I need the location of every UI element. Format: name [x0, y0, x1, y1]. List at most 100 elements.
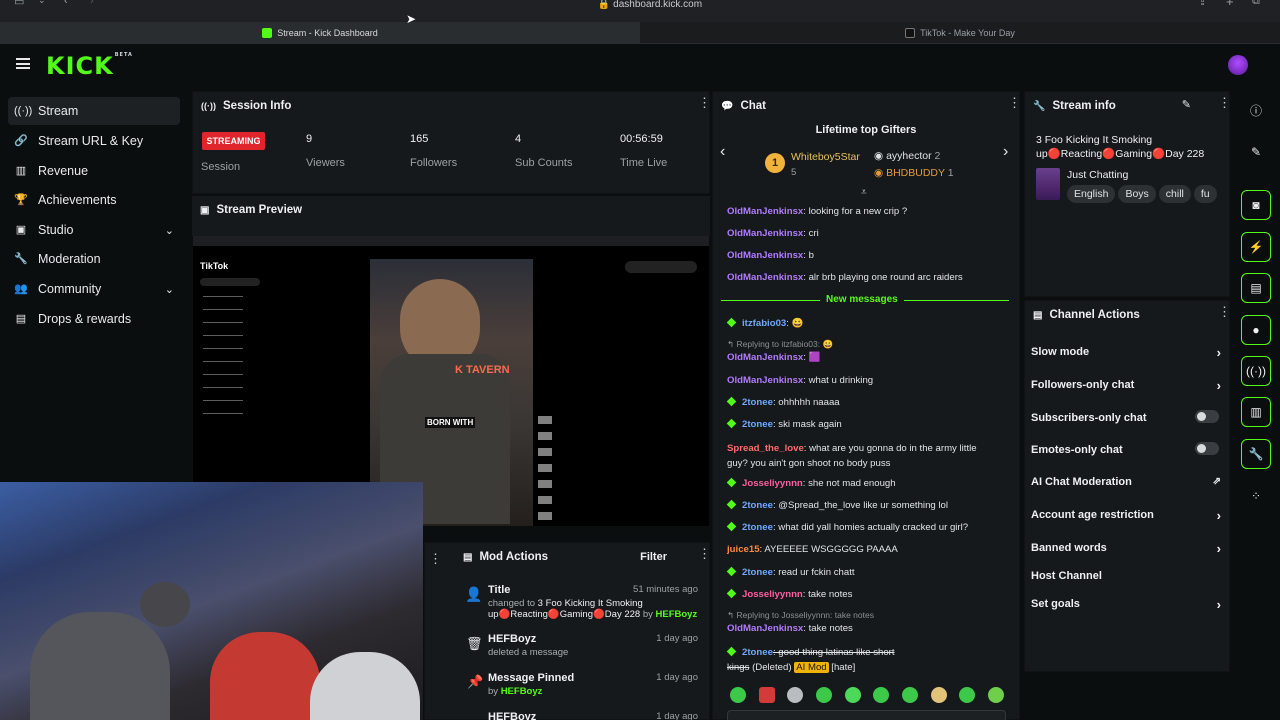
sidebar-item-revenue[interactable]: ▥ Revenue [8, 157, 180, 185]
chat-username[interactable]: OldManJenkinsx [727, 375, 803, 386]
emote-icon[interactable] [873, 687, 889, 703]
chat-message[interactable]: Spread_the_love: what are you gonna do i… [727, 441, 977, 471]
chat-message[interactable]: itzfabio03: 😀 [726, 317, 804, 329]
chat-message[interactable]: 2tonee: read ur fckin chatt [726, 566, 855, 578]
chevron-right-icon[interactable]: › [1003, 143, 1008, 161]
account-age-row[interactable]: Account age restriction › [1031, 508, 1221, 523]
emote-icon[interactable] [759, 687, 775, 703]
mod-action-user[interactable]: HEFBoyz [501, 686, 543, 697]
tab-tiktok[interactable]: TikTok - Make Your Day [640, 22, 1280, 44]
back-icon[interactable]: ‹ [64, 0, 68, 7]
chat-message[interactable]: Josseliyynnn: take notes [726, 588, 852, 600]
lightning-icon[interactable]: ⚡ [1241, 232, 1271, 262]
chat-input[interactable] [727, 710, 1006, 720]
gifter-name[interactable]: Whiteboy5Star [791, 151, 860, 163]
chat-username[interactable]: OldManJenkinsx [727, 272, 803, 283]
sidebar-item-studio[interactable]: ▣ Studio ⌄ [8, 216, 180, 244]
chevron-left-icon[interactable]: ‹ [720, 143, 725, 161]
mod-action-item[interactable]: HEFBoyz 1 day ago [488, 711, 700, 720]
mod-action-user[interactable]: HEFBoyz [656, 609, 698, 620]
chat-message[interactable]: OldManJenkinsx: b [727, 250, 814, 261]
user-avatar[interactable] [1228, 55, 1248, 75]
mod-action-item[interactable]: HEFBoyz deleted a message 1 day ago [488, 633, 700, 658]
chat-username[interactable]: Josseliyynnn [742, 478, 803, 489]
more-options-icon[interactable]: ⋮ [1008, 96, 1021, 112]
chat-username[interactable]: 2tonee [742, 419, 773, 430]
apps-icon[interactable]: ⁘ [1241, 481, 1271, 511]
new-tab-icon[interactable]: + [1226, 0, 1234, 9]
wrench-icon[interactable]: 🔧 [1241, 439, 1271, 469]
chat-message[interactable]: OldManJenkinsx: 🟪 [727, 352, 821, 363]
forward-icon[interactable]: › [90, 0, 94, 7]
emote-icon[interactable] [845, 687, 861, 703]
banned-words-row[interactable]: Banned words › [1031, 541, 1221, 556]
emote-icon[interactable] [902, 687, 918, 703]
chat-message-deleted[interactable]: 2tonee: good thing latinas like short kin… [726, 645, 895, 675]
slow-mode-row[interactable]: Slow mode › [1031, 345, 1221, 360]
chat-username[interactable]: 2tonee [742, 647, 773, 658]
chat-message[interactable]: juice15: AYEEEEE WSGGGGG PAAAA [727, 544, 898, 555]
chat-username[interactable]: OldManJenkinsx [727, 352, 803, 363]
edit-icon[interactable]: ✎ [1182, 98, 1191, 111]
chat-username[interactable]: 2tonee [742, 567, 773, 578]
pencil-icon[interactable]: ✎ [1241, 137, 1271, 167]
subscribers-only-toggle[interactable] [1195, 410, 1219, 423]
chat-username[interactable]: Spread_the_love [727, 443, 804, 454]
drag-handle-icon[interactable]: ⋮ [429, 551, 442, 567]
host-channel-row[interactable]: Host Channel [1031, 570, 1221, 582]
mod-action-item[interactable]: Message Pinned by HEFBoyz 1 day ago [488, 672, 700, 697]
emote-icon[interactable] [816, 687, 832, 703]
more-options-icon[interactable]: ⋮ [1218, 96, 1231, 112]
chat-username[interactable]: 2tonee [742, 397, 773, 408]
emote-icon[interactable] [959, 687, 975, 703]
more-options-icon[interactable]: ⋮ [698, 96, 711, 112]
menu-icon[interactable] [16, 58, 30, 69]
sidebar-toggle-icon[interactable]: ▭ [14, 0, 24, 8]
kick-logo[interactable]: KICKBETA [46, 52, 133, 80]
tab-kick-dashboard[interactable]: Stream - Kick Dashboard [0, 22, 640, 44]
chat-message[interactable]: 2tonee: ohhhhh naaaa [726, 396, 840, 408]
gifter-item[interactable]: ◉ BHDBUDDY 1 [874, 167, 954, 179]
chat-message[interactable]: OldManJenkinsx: alr brb playing one roun… [727, 272, 963, 283]
sidebar-item-stream[interactable]: ((·)) Stream [8, 97, 180, 125]
gifter-item[interactable]: ◉ ayyhector 2 [874, 150, 940, 162]
ai-chat-moderation-row[interactable]: AI Chat Moderation ⇗ [1031, 476, 1221, 488]
chat-username[interactable]: OldManJenkinsx [727, 250, 803, 261]
chat-message[interactable]: OldManJenkinsx: cri [727, 228, 819, 239]
chevron-down-icon[interactable]: ⌄ [38, 0, 46, 6]
emotes-only-toggle[interactable] [1195, 442, 1219, 455]
chat-username[interactable]: juice15 [727, 544, 760, 555]
filter-button[interactable]: Filter [640, 551, 667, 563]
emote-icon[interactable] [787, 687, 803, 703]
broadcast-icon[interactable]: ((·)) [1241, 356, 1271, 386]
chat-message[interactable]: OldManJenkinsx: what u drinking [727, 375, 873, 386]
share-icon[interactable]: ⇪ [1198, 0, 1207, 8]
reply-context[interactable]: ↰ Replying to itzfabio03: 😀 [727, 339, 833, 350]
sidebar-item-drops-rewards[interactable]: ▤ Drops & rewards [8, 305, 180, 333]
tag[interactable]: fu [1193, 185, 1217, 203]
chat-username[interactable]: OldManJenkinsx [727, 228, 803, 239]
chat-message[interactable]: 2tonee: @Spread_the_love like ur somethi… [726, 499, 948, 511]
chat-username[interactable]: OldManJenkinsx [727, 623, 803, 634]
chat-message[interactable]: OldManJenkinsx: looking for a new crip ? [727, 206, 907, 217]
chat-username[interactable]: 2tonee [742, 500, 773, 511]
chat-username[interactable]: itzfabio03 [742, 318, 786, 329]
address-bar[interactable]: 🔒 dashboard.kick.com [560, 0, 740, 10]
chat-message[interactable]: 2tonee: ski mask again [726, 418, 842, 430]
sidebar-item-achievements[interactable]: 🏆 Achievements [8, 186, 180, 214]
category-name[interactable]: Just Chatting [1067, 169, 1128, 181]
info-icon[interactable]: ⓘ [1241, 95, 1271, 125]
followers-only-row[interactable]: Followers-only chat › [1031, 378, 1221, 393]
chat-message[interactable]: Josseliyynnn: she not mad enough [726, 477, 896, 489]
sidebar-item-moderation[interactable]: 🔧 Moderation [8, 245, 180, 273]
chat-username[interactable]: OldManJenkinsx [727, 206, 803, 217]
reply-context[interactable]: ↰ Replying to Josseliyynnn: take notes [727, 610, 874, 621]
chat-message[interactable]: OldManJenkinsx: take notes [727, 623, 853, 634]
tabs-overview-icon[interactable]: ⧉ [1252, 0, 1260, 8]
emote-icon[interactable] [730, 687, 746, 703]
document-icon[interactable]: ▤ [1241, 273, 1271, 303]
tag[interactable]: English [1067, 185, 1116, 203]
more-options-icon[interactable]: ⋮ [1218, 305, 1231, 321]
sidebar-item-stream-url-key[interactable]: 🔗 Stream URL & Key [8, 127, 180, 155]
chat-username[interactable]: Josseliyynnn [742, 589, 803, 600]
